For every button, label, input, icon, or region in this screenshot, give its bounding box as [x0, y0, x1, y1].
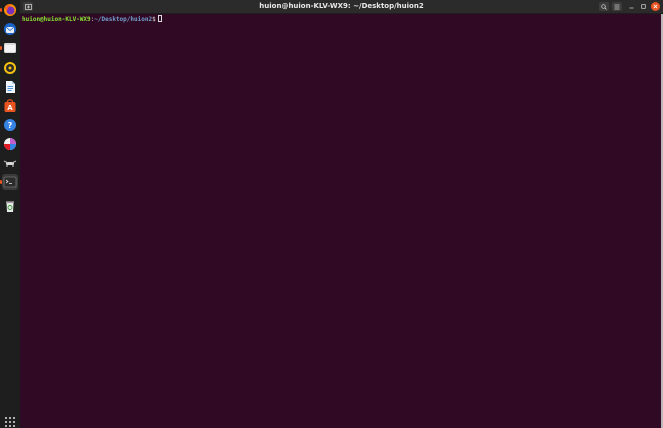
- hamburger-menu-icon: [614, 4, 620, 9]
- thunderbird-icon[interactable]: [2, 21, 18, 37]
- terminal-output[interactable]: huion@huion-KLV-WX9:~/Desktop/huion2$: [20, 14, 663, 428]
- minimize-icon: [629, 7, 634, 9]
- files-icon[interactable]: [0, 40, 18, 56]
- prompt-symbol: $: [152, 16, 156, 23]
- close-button[interactable]: [651, 2, 660, 11]
- maximize-button[interactable]: [639, 2, 648, 11]
- software-center-icon[interactable]: A: [2, 98, 18, 114]
- app-icon[interactable]: [2, 136, 18, 152]
- drone-app-icon[interactable]: [2, 155, 18, 171]
- close-icon: [653, 4, 658, 9]
- maximize-icon: [641, 4, 646, 9]
- libreoffice-writer-icon[interactable]: [2, 79, 18, 95]
- titlebar[interactable]: huion@huion-KLV-WX9: ~/Desktop/huion2: [20, 0, 663, 14]
- show-apps-icon[interactable]: [2, 414, 18, 428]
- rhythmbox-icon[interactable]: [2, 60, 18, 76]
- trash-icon[interactable]: [2, 198, 18, 214]
- svg-text:?: ?: [8, 121, 13, 130]
- search-button[interactable]: [599, 2, 609, 11]
- menu-button[interactable]: [612, 2, 622, 11]
- prompt-user-host: huion@huion-KLV-WX9: [22, 16, 91, 23]
- search-icon: [601, 3, 607, 10]
- desktop: A ? huion@huion-KLV-WX9: ~/Desktop/huion…: [0, 0, 663, 428]
- firefox-icon[interactable]: [0, 2, 18, 18]
- prompt-path: ~/Desktop/huion2: [94, 16, 153, 23]
- dock: A ?: [0, 0, 21, 428]
- terminal-icon[interactable]: [0, 174, 18, 190]
- svg-text:A: A: [7, 104, 13, 112]
- minimize-button[interactable]: [627, 2, 636, 11]
- window-title: huion@huion-KLV-WX9: ~/Desktop/huion2: [259, 2, 424, 10]
- text-cursor: [157, 15, 162, 22]
- terminal-window: huion@huion-KLV-WX9: ~/Desktop/huion2 hu…: [20, 0, 663, 428]
- help-icon[interactable]: ?: [2, 117, 18, 133]
